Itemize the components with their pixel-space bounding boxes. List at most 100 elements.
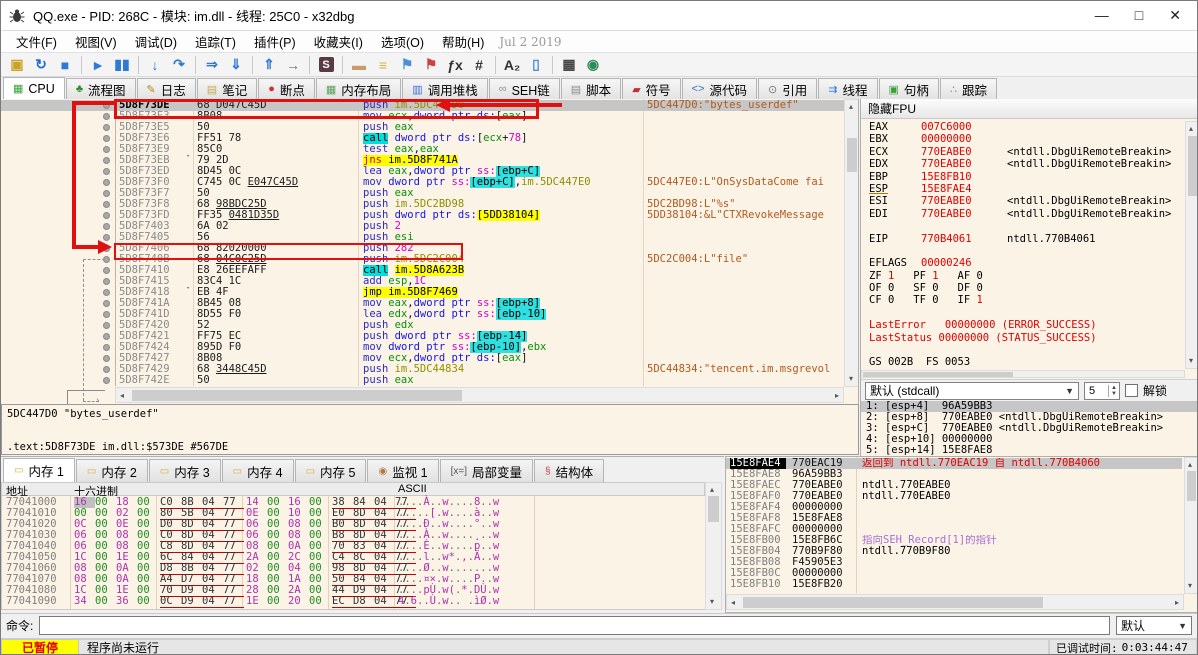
disasm-row[interactable]: 5D8F73E5 50 push eax [1,122,844,133]
argument-row[interactable]: 5: [esp+14] 15E8FAE8 [861,445,1197,456]
unlock-checkbox[interactable] [1125,384,1138,397]
dump-byte[interactable]: 00 [137,596,158,607]
settings-globe-icon[interactable]: ◉ [582,55,604,75]
disasm-vscrollbar[interactable]: ▴ ▾ [844,99,858,387]
disasm-row[interactable]: 5D8F73F7 50 push eax [1,188,844,199]
tab-dump-1[interactable]: ▭ 内存 1 [3,458,75,482]
calculator-icon[interactable]: ▦ [558,55,580,75]
dump-byte[interactable]: 04 [374,596,395,608]
stack-row[interactable]: 15E8FB04 770B9F80 ntdll.770B9F80 [726,546,1182,557]
register-row[interactable] [861,307,1185,319]
breakpoint-dot[interactable] [103,311,110,318]
labels-icon[interactable]: ⚑ [396,55,418,75]
stack-row[interactable]: 15E8FB00 15E8FB6C 指向SEH_Record[1]的指针 [726,535,1182,546]
calling-convention-select[interactable]: 默认 (stdcall) ▼ [865,381,1079,400]
disasm-row[interactable]: 5D8F7405 56 push esi [1,232,844,243]
run-to-user-code-icon[interactable]: ⇑ [258,55,280,75]
breakpoint-dot[interactable] [103,377,110,384]
breakpoint-dot[interactable] [103,278,110,285]
dump-byte[interactable]: D8 [353,596,374,608]
breakpoint-dot[interactable] [103,146,110,153]
dump-vscrollbar[interactable]: ▴ ▾ [705,482,722,610]
tab-breakpoints[interactable]: ● 断点 [258,78,315,99]
attach-icon[interactable]: → [282,55,304,75]
hide-fpu-button[interactable]: 隐藏FPU [861,99,1197,119]
dump-body[interactable]: 77041000 16 00 18 00 C0 8B 04 77 14 00 16 00 38 84 04 77… [1,496,705,610]
script-s-icon[interactable]: S [315,55,337,75]
dump-byte[interactable]: 20 [288,596,309,607]
breakpoint-dot[interactable] [103,355,110,362]
register-row[interactable]: ESP 15E8FAE4 [861,183,1185,195]
tab-dump-4[interactable]: ▭ 内存 4 [221,459,294,482]
tab-references[interactable]: ⊙ 引用 [758,78,818,99]
disasm-row[interactable]: 5D8F742E 50 push eax [1,375,844,386]
breakpoint-dot[interactable] [103,289,110,296]
stop-icon[interactable]: ■ [54,55,76,75]
tab-trace[interactable]: ∴ 跟踪 [939,78,997,99]
tab-handles[interactable]: ▣ 句柄 [878,78,939,99]
register-row[interactable]: ZF 1 PF 1 AF 0 [861,270,1185,282]
functions-icon[interactable]: ƒx [444,55,466,75]
disasm-row[interactable]: 5D8F73E6 FF51 78 call dword ptr ds:[ecx+78… [1,133,844,144]
register-row[interactable]: LastError 00000000 (ERROR_SUCCESS) [861,319,1185,331]
tab-struct[interactable]: § 结构体 [534,459,605,482]
stack-hscrollbar[interactable]: ◂ ▸ [726,594,1184,610]
step-into-icon[interactable]: ↓ [144,55,166,75]
breakpoint-dot[interactable] [103,190,110,197]
disasm-row[interactable]: 5D8F7418 ˇ EB 4F jmp im.5D8F7469 [1,287,844,298]
breakpoint-dot[interactable] [103,344,110,351]
register-row[interactable]: OF 0 SF 0 DF 0 [861,282,1185,294]
breakpoint-dot[interactable] [103,201,110,208]
pause-icon[interactable]: ▮▮ [111,55,133,75]
menu-item-插件[interactable]: 插件(P) [245,30,305,53]
disasm-row[interactable]: 5D8F73DE 68 D047C45D push im.5DC447D0 5DC44… [1,100,844,111]
disasm-row[interactable]: 5D8F741A 8B45 08 mov eax,dword ptr ss:[ebp… [1,298,844,309]
disasm-row[interactable]: 5D8F7410 E8 26EEFAFF call im.5D8A623B [1,265,844,276]
spin-down-icon[interactable]: ▼ [1111,391,1117,397]
disasm-row[interactable]: 5D8F73FD FF35 0481D35D push dword ptr ds:[… [1,210,844,221]
stack-row[interactable]: 15E8FAF8 15E8FAE8 [726,513,1182,524]
stack-vscrollbar[interactable]: ▴ ▾ [1184,457,1197,594]
dump-byte[interactable]: 00 [309,596,330,607]
breakpoint-dot[interactable] [103,168,110,175]
register-row[interactable]: EDX 770EABE0 <ntdll.DbgUiRemoteBreakin> [861,158,1185,170]
breakpoint-dot[interactable] [103,267,110,274]
stack-row[interactable]: 15E8FAE4 770EAC19 返回到 ntdll.770EAC19 自 ntd… [726,458,1182,469]
disasm-row[interactable]: 5D8F73E3 8B08 mov ecx,dword ptr ds:[eax] [1,111,844,122]
disasm-row[interactable]: 5D8F7427 8B08 mov ecx,dword ptr ds:[eax] [1,353,844,364]
disasm-row[interactable]: 5D8F7424 895D F0 mov dword ptr ss:[ebp-10]… [1,342,844,353]
dump-byte[interactable]: 1E [246,596,267,607]
step-over-icon[interactable]: ↷ [168,55,190,75]
menu-item-追踪[interactable]: 追踪(T) [186,30,245,53]
restart-icon[interactable]: ↻ [30,55,52,75]
open-file-icon[interactable]: ▣ [6,55,28,75]
strings-icon[interactable]: A₂ [501,55,523,75]
registers-hscrollbar[interactable] [861,370,1185,378]
tab-locals[interactable]: [x=] 局部变量 [439,459,534,482]
register-row[interactable]: GS 002B FS 0053 [861,356,1185,368]
command-input[interactable] [39,616,1110,635]
tab-seh[interactable]: ∞ SEH链 [488,78,560,99]
menu-item-调试[interactable]: 调试(D) [126,30,186,53]
comments-icon[interactable]: ≡ [372,55,394,75]
dump-byte[interactable]: 00 [95,596,116,607]
register-row[interactable]: EBX 00000000 [861,133,1185,145]
breakpoint-dot[interactable] [103,102,110,109]
dump-byte[interactable]: 77 [223,596,244,608]
tab-memory-map[interactable]: ▦ 内存布局 [315,78,402,99]
tab-symbols[interactable]: ▰ 符号 [622,78,681,99]
tab-graph[interactable]: ♣ 流程图 [65,78,136,99]
command-type-dropdown[interactable]: 默认 ▼ [1116,616,1192,635]
register-row[interactable]: EIP 770B4061 ntdll.770B4061 [861,233,1185,245]
stack-pane[interactable]: 15E8FAE4 770EAC19 返回到 ntdll.770EAC19 自 ntd… [725,456,1197,613]
disasm-row[interactable]: 5D8F73EB ˇ 79 2D jns im.5D8F741A [1,155,844,166]
tab-notes[interactable]: ▤ 笔记 [196,78,258,99]
dump-byte[interactable]: 00 [267,596,288,607]
disasm-row[interactable]: 5D8F73F8 68 98BDC25D push im.5DC2BD98 5DC2B… [1,199,844,210]
tab-log[interactable]: ✎ 日志 [136,78,196,99]
breakpoint-dot[interactable] [103,113,110,120]
maximize-button[interactable]: □ [1135,7,1143,24]
disasm-row[interactable]: 5D8F7429 68 3448C45D push im.5DC44834 5DC44… [1,364,844,375]
close-button[interactable]: ✕ [1169,7,1181,24]
menu-item-帮助[interactable]: 帮助(H) [433,30,493,53]
